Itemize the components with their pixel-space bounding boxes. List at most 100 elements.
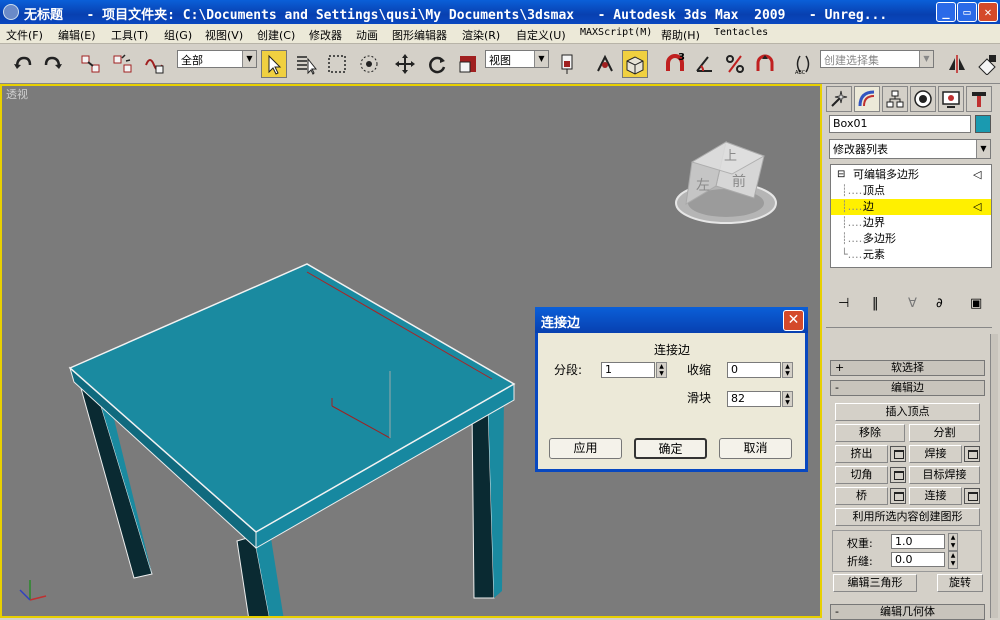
manipulate-button[interactable]	[592, 50, 618, 78]
select-and-rotate-button[interactable]	[424, 50, 450, 78]
display-tab[interactable]	[938, 86, 964, 112]
pivot-center-button[interactable]	[554, 50, 580, 78]
stack-item-edge[interactable]: ┊…… 边 ◁	[831, 199, 991, 215]
show-end-result-icon[interactable]: ‖	[872, 296, 879, 311]
stack-item-vertex[interactable]: ┊…… 顶点	[831, 183, 991, 199]
lightbulb-icon[interactable]: ◁	[973, 199, 981, 215]
connect-button[interactable]: 连接	[909, 487, 962, 505]
viewcube[interactable]: 上 前 左	[675, 140, 777, 224]
menu-modifiers[interactable]: 修改器	[309, 27, 342, 43]
select-and-move-button[interactable]	[392, 50, 418, 78]
modifier-list-dropdown[interactable]: 修改器列表 ▼	[829, 139, 991, 159]
remove-button[interactable]: 移除	[835, 424, 905, 442]
minimize-button[interactable]: _	[936, 2, 956, 22]
edit-named-selection-button[interactable]: ABC	[790, 50, 816, 78]
snaps-toggle-button[interactable]: 3	[660, 50, 690, 78]
angle-snap-button[interactable]	[692, 50, 718, 78]
soft-selection-rollout[interactable]: + 软选择	[830, 360, 985, 376]
ok-button[interactable]: 确定	[634, 438, 707, 459]
menu-group[interactable]: 组(G)	[164, 27, 192, 43]
cancel-button[interactable]: 取消	[719, 438, 792, 459]
pinch-input[interactable]: 0	[727, 362, 781, 378]
select-and-link-button[interactable]	[78, 50, 104, 78]
select-object-button[interactable]	[261, 50, 287, 78]
close-button[interactable]: ✕	[978, 2, 998, 22]
weld-button[interactable]: 焊接	[909, 445, 962, 463]
crease-input[interactable]: 0.0	[891, 552, 945, 567]
dialog-close-button[interactable]: ✕	[783, 310, 804, 331]
menu-help[interactable]: 帮助(H)	[661, 27, 700, 43]
stack-item-element[interactable]: └…… 元素	[831, 247, 991, 263]
spinner-snap-button[interactable]	[752, 50, 778, 78]
slide-spinner[interactable]: ▲ ▼	[782, 391, 793, 407]
create-shape-from-selection-button[interactable]: 利用所选内容创建图形	[835, 508, 980, 526]
stack-item-editable-poly[interactable]: ⊟ 可编辑多边形 ◁	[831, 167, 991, 183]
viewcube-front-label[interactable]: 前	[732, 173, 746, 190]
modify-tab[interactable]	[854, 86, 880, 112]
stack-item-polygon[interactable]: ┊…… 多边形	[831, 231, 991, 247]
undo-button[interactable]	[10, 50, 36, 78]
menu-animation[interactable]: 动画	[356, 27, 378, 43]
panel-scrollbar[interactable]	[990, 334, 998, 618]
collapse-toggle-icon[interactable]: ⊟	[837, 167, 845, 183]
target-weld-button[interactable]: 目标焊接	[909, 466, 980, 484]
reference-coordinate-dropdown[interactable]: 视图 ▼	[485, 50, 549, 68]
apply-button[interactable]: 应用	[549, 438, 622, 459]
edit-edges-rollout[interactable]: - 编辑边	[830, 380, 985, 396]
make-unique-icon[interactable]: ∀	[908, 296, 917, 311]
menu-views[interactable]: 视图(V)	[205, 27, 243, 43]
pin-stack-icon[interactable]: ⊣	[838, 296, 849, 311]
select-by-name-button[interactable]	[293, 50, 319, 78]
motion-tab[interactable]	[910, 86, 936, 112]
turn-button[interactable]: 旋转	[937, 574, 983, 592]
keyboard-shortcut-override-button[interactable]	[622, 50, 648, 78]
object-name-input[interactable]: Box01	[829, 115, 971, 133]
restore-button[interactable]: ▭	[957, 2, 977, 22]
viewcube-left-label[interactable]: 左	[696, 178, 710, 194]
selection-region-button[interactable]	[324, 50, 350, 78]
viewcube-top-label[interactable]: 上	[724, 149, 737, 164]
insert-vertex-button[interactable]: 插入顶点	[835, 403, 980, 421]
menu-customize[interactable]: 自定义(U)	[516, 27, 566, 43]
weight-spinner[interactable]: ▲ ▼	[948, 533, 958, 551]
utilities-tab[interactable]	[966, 86, 992, 112]
menu-edit[interactable]: 编辑(E)	[58, 27, 96, 43]
remove-modifier-icon[interactable]: ∂	[936, 296, 943, 311]
bridge-settings-button[interactable]	[890, 488, 906, 504]
menu-tentacles[interactable]: Tentacles	[714, 27, 768, 38]
create-tab[interactable]	[826, 86, 852, 112]
connect-settings-button[interactable]	[964, 488, 980, 504]
table-model[interactable]	[68, 263, 516, 616]
menu-maxscript[interactable]: MAXScript(M)	[580, 27, 652, 38]
menu-tools[interactable]: 工具(T)	[111, 27, 148, 43]
slide-input[interactable]: 82	[727, 391, 781, 407]
bridge-button[interactable]: 桥	[835, 487, 888, 505]
weight-input[interactable]: 1.0	[891, 534, 945, 549]
menu-create[interactable]: 创建(C)	[257, 27, 295, 43]
segments-input[interactable]: 1	[601, 362, 655, 378]
mirror-button[interactable]	[944, 50, 970, 78]
extrude-settings-button[interactable]	[890, 446, 906, 462]
align-button[interactable]	[974, 50, 1000, 78]
weld-settings-button[interactable]	[964, 446, 980, 462]
configure-modifier-sets-icon[interactable]: ▣	[970, 296, 982, 311]
crease-spinner[interactable]: ▲ ▼	[948, 551, 958, 569]
lightbulb-icon[interactable]: ◁	[973, 167, 981, 183]
dialog-title-bar[interactable]: 连接边 ✕	[535, 307, 808, 333]
unlink-button[interactable]	[110, 50, 136, 78]
segments-spinner[interactable]: ▲ ▼	[656, 362, 667, 378]
split-button[interactable]: 分割	[909, 424, 980, 442]
window-crossing-button[interactable]	[356, 50, 382, 78]
menu-rendering[interactable]: 渲染(R)	[462, 27, 500, 43]
menu-file[interactable]: 文件(F)	[6, 27, 43, 43]
menu-graph-editors[interactable]: 图形编辑器	[392, 27, 447, 43]
redo-button[interactable]	[40, 50, 66, 78]
select-and-scale-button[interactable]	[455, 50, 481, 78]
hierarchy-tab[interactable]	[882, 86, 908, 112]
bind-space-warp-button[interactable]	[142, 50, 168, 78]
object-color-swatch[interactable]	[975, 115, 991, 133]
chamfer-button[interactable]: 切角	[835, 466, 888, 484]
chamfer-settings-button[interactable]	[890, 467, 906, 483]
edit-triangulation-button[interactable]: 编辑三角形	[833, 574, 917, 592]
named-selection-sets-dropdown[interactable]: 创建选择集 ▼	[820, 50, 934, 68]
